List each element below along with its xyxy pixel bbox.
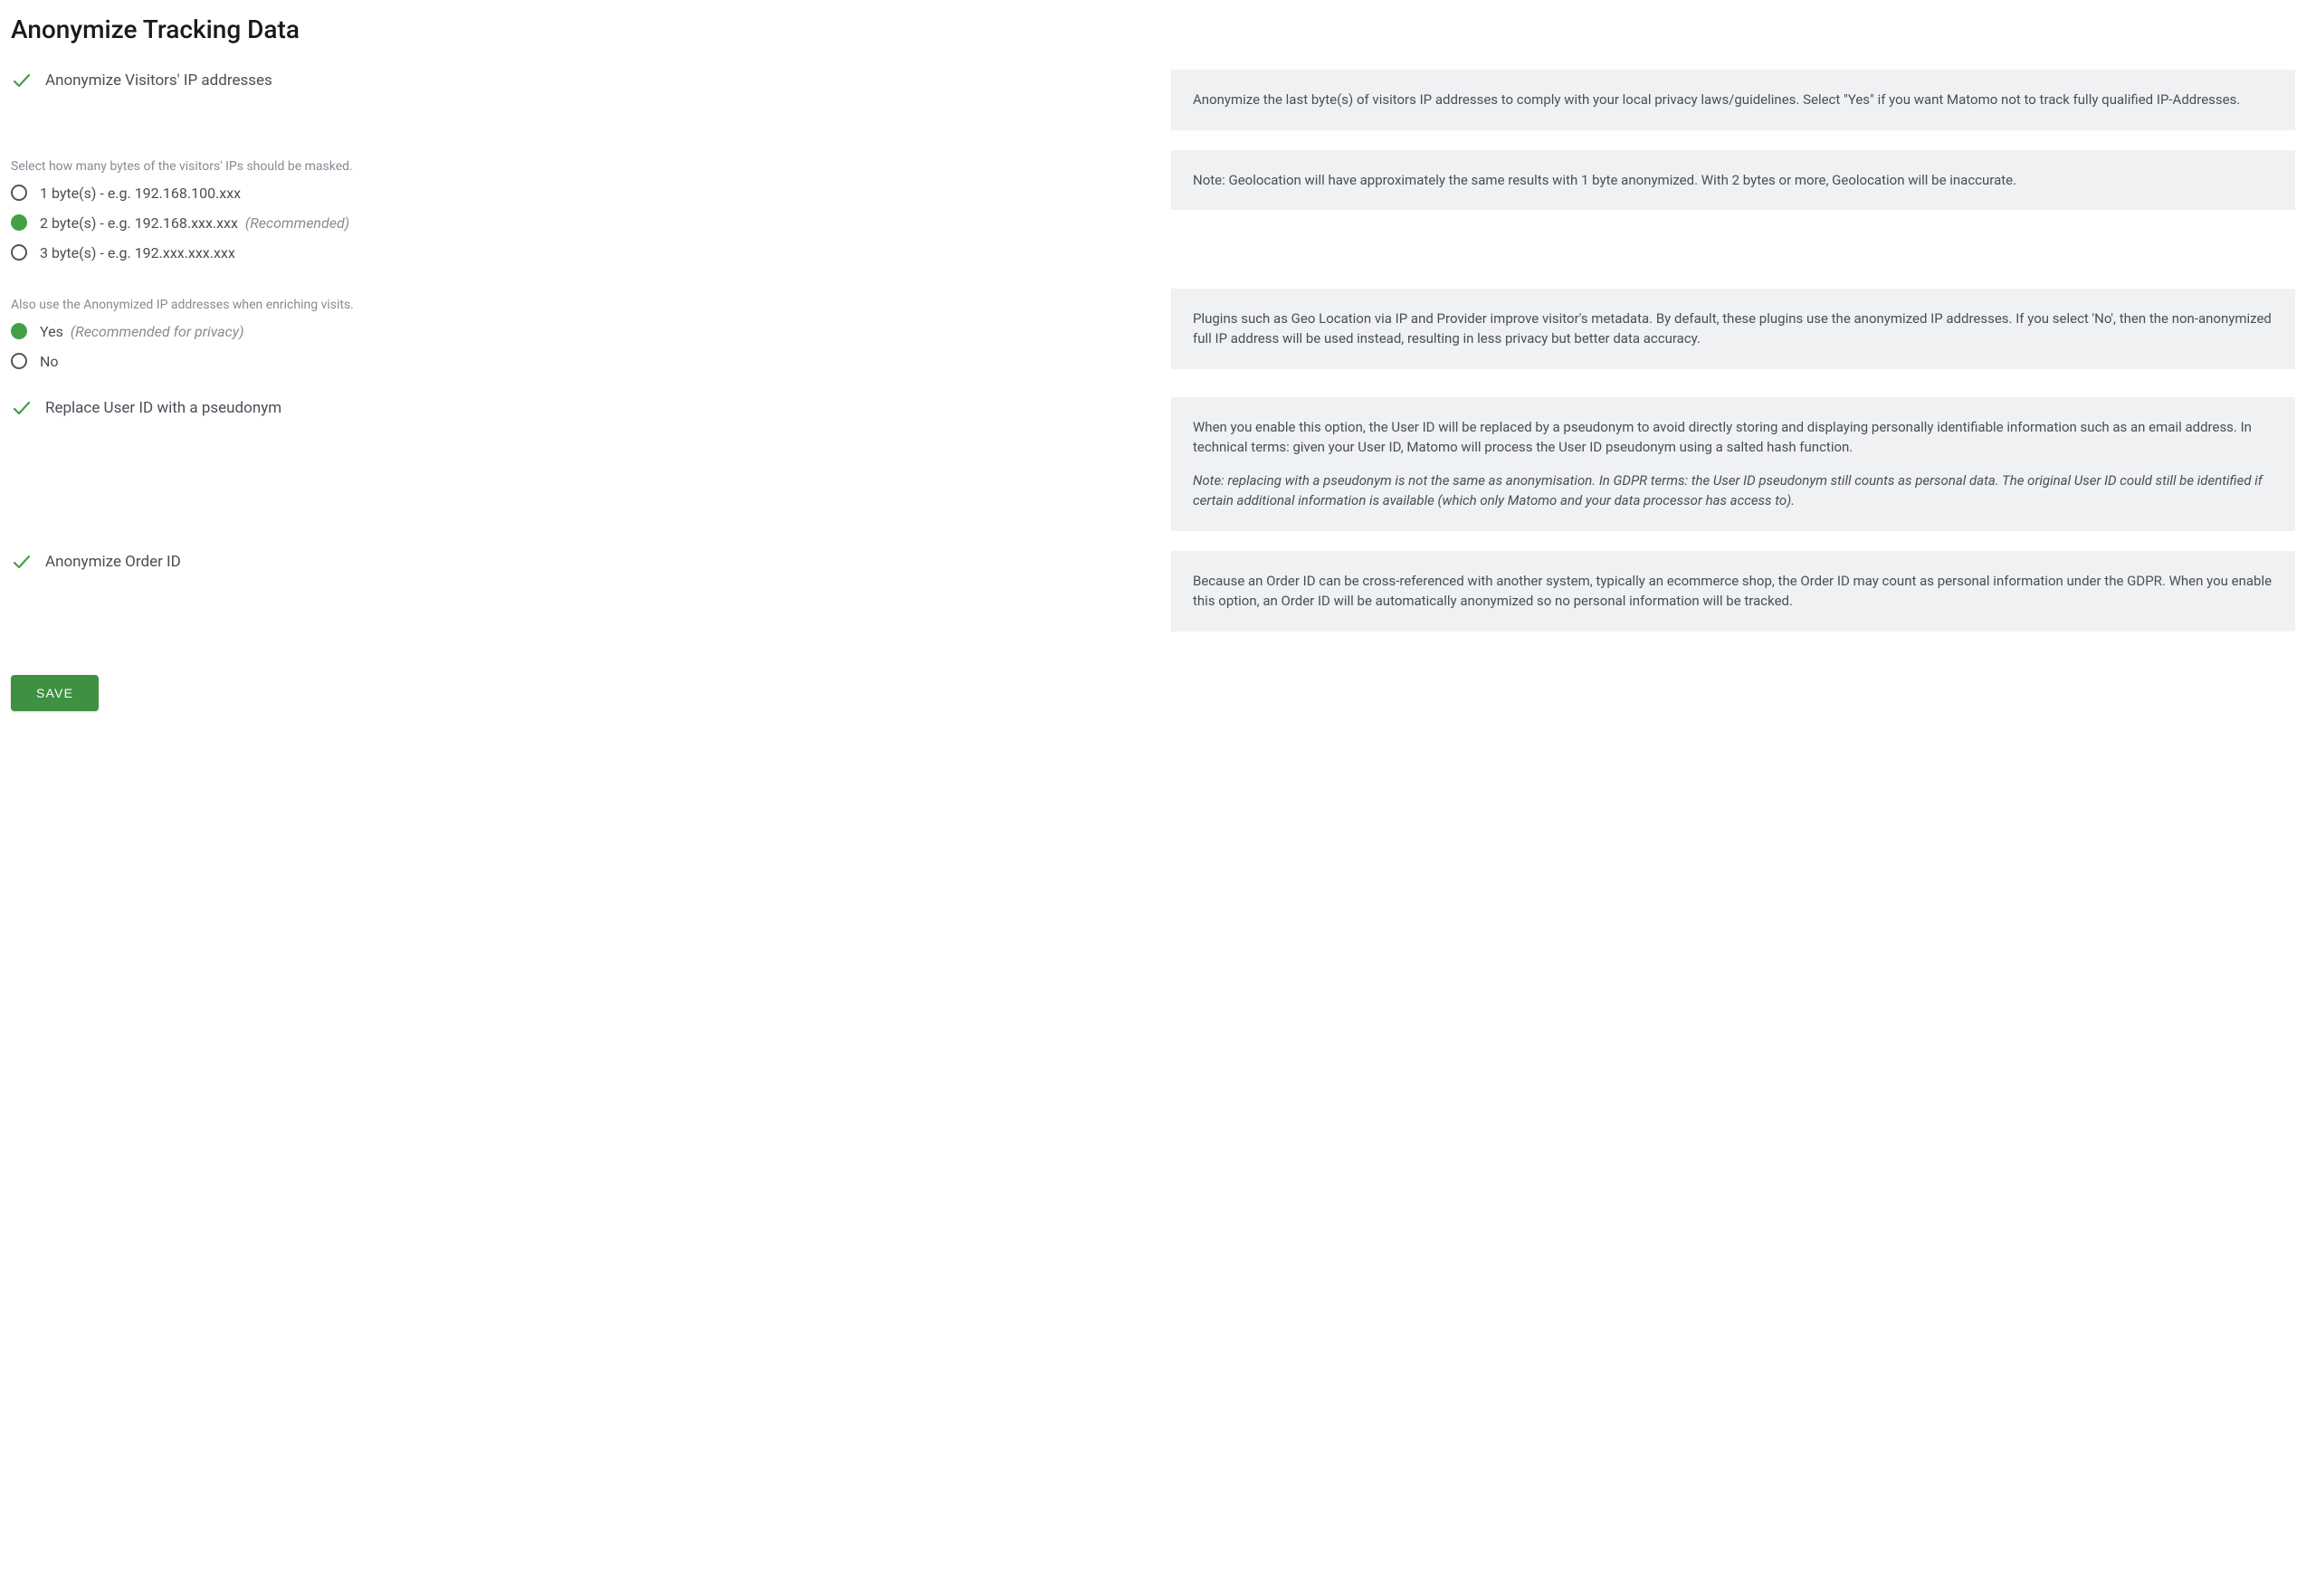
check-icon: [11, 397, 33, 419]
section-mask-bytes: Select how many bytes of the visitors' I…: [11, 150, 2295, 269]
desc-enrich-text: Plugins such as Geo Location via IP and …: [1193, 309, 2273, 349]
radio-label: 2 byte(s) - e.g. 192.168.xxx.xxx: [40, 214, 238, 232]
radio-icon: [11, 214, 27, 231]
desc-pseudonym-text2: Note: replacing with a pseudonym is not …: [1193, 470, 2273, 511]
desc-enrich: Plugins such as Geo Location via IP and …: [1171, 289, 2295, 369]
radio-label: Yes: [40, 323, 63, 340]
section-order-id: Anonymize Order ID Because an Order ID c…: [11, 551, 2295, 632]
page-title: Anonymize Tracking Data: [11, 14, 2295, 44]
mask-bytes-label: Select how many bytes of the visitors' I…: [11, 159, 1135, 174]
desc-mask-bytes: Note: Geolocation will have approximatel…: [1171, 150, 2295, 211]
radio-icon: [11, 353, 27, 369]
radio-hint: (Recommended): [245, 214, 349, 232]
enrich-label: Also use the Anonymized IP addresses whe…: [11, 298, 1135, 312]
desc-pseudonym: When you enable this option, the User ID…: [1171, 397, 2295, 531]
desc-pseudonym-text1: When you enable this option, the User ID…: [1193, 417, 2273, 458]
desc-order-id-text: Because an Order ID can be cross-referen…: [1193, 571, 2273, 612]
radio-icon: [11, 323, 27, 339]
section-pseudonym: Replace User ID with a pseudonym When yo…: [11, 397, 2295, 531]
mask-bytes-option-2[interactable]: 2 byte(s) - e.g. 192.168.xxx.xxx (Recomm…: [11, 214, 1135, 232]
check-icon: [11, 70, 33, 91]
desc-mask-bytes-text: Note: Geolocation will have approximatel…: [1193, 170, 2273, 191]
toggle-order-id-label: Anonymize Order ID: [45, 553, 181, 571]
radio-icon: [11, 244, 27, 261]
enrich-option-no[interactable]: No: [11, 353, 1135, 370]
section-anonymize-ip: Anonymize Visitors' IP addresses Anonymi…: [11, 70, 2295, 130]
radio-label: 3 byte(s) - e.g. 192.xxx.xxx.xxx: [40, 244, 235, 261]
desc-anonymize-ip-text: Anonymize the last byte(s) of visitors I…: [1193, 90, 2273, 110]
toggle-pseudonym-label: Replace User ID with a pseudonym: [45, 399, 281, 417]
desc-order-id: Because an Order ID can be cross-referen…: [1171, 551, 2295, 632]
check-icon: [11, 551, 33, 573]
enrich-radio-group: Yes (Recommended for privacy) No: [11, 323, 1135, 370]
radio-label: 1 byte(s) - e.g. 192.168.100.xxx: [40, 185, 241, 202]
toggle-anonymize-ip[interactable]: Anonymize Visitors' IP addresses: [11, 70, 1135, 91]
radio-label: No: [40, 353, 59, 370]
toggle-anonymize-ip-label: Anonymize Visitors' IP addresses: [45, 71, 272, 90]
toggle-pseudonym[interactable]: Replace User ID with a pseudonym: [11, 397, 1135, 419]
save-button[interactable]: SAVE: [11, 675, 99, 711]
mask-bytes-option-3[interactable]: 3 byte(s) - e.g. 192.xxx.xxx.xxx: [11, 244, 1135, 261]
section-enrich: Also use the Anonymized IP addresses whe…: [11, 289, 2295, 377]
desc-anonymize-ip: Anonymize the last byte(s) of visitors I…: [1171, 70, 2295, 130]
radio-icon: [11, 185, 27, 201]
toggle-order-id[interactable]: Anonymize Order ID: [11, 551, 1135, 573]
mask-bytes-radio-group: 1 byte(s) - e.g. 192.168.100.xxx 2 byte(…: [11, 185, 1135, 261]
mask-bytes-option-1[interactable]: 1 byte(s) - e.g. 192.168.100.xxx: [11, 185, 1135, 202]
radio-hint: (Recommended for privacy): [71, 323, 244, 340]
enrich-option-yes[interactable]: Yes (Recommended for privacy): [11, 323, 1135, 340]
